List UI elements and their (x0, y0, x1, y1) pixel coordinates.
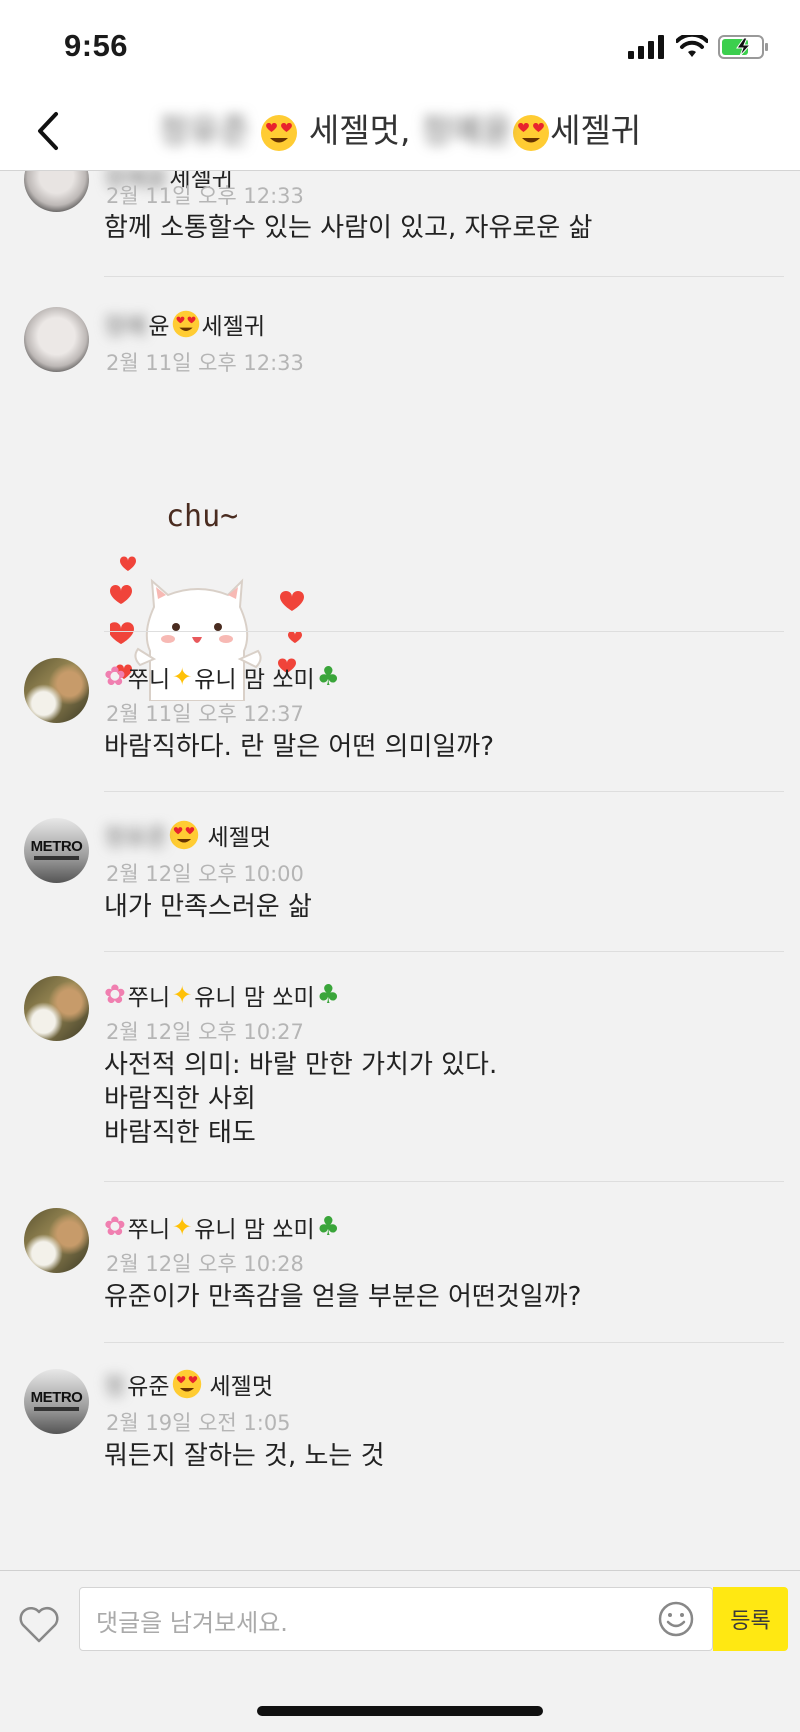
comment-author[interactable]: 정예윤 세젤귀 (104, 307, 265, 341)
sparkles-icon: ✦ (172, 663, 193, 691)
metro-logo: METRO (30, 838, 83, 855)
heart-like-icon[interactable] (16, 1601, 62, 1647)
comment-text: 사전적 의미: 바랄 만한 가치가 있다. 바람직한 사회 바람직한 태도 (104, 1050, 498, 1148)
comment-date: 2월 12일 오후 10:28 (106, 1252, 304, 1276)
heart-eyes-emoji-icon (172, 1369, 201, 1399)
heart-eyes-emoji-icon (172, 310, 199, 338)
avatar[interactable] (24, 658, 89, 723)
sticker-text: chu~ (166, 499, 239, 534)
list-item: METRO 정 유준 세젤멋 2월 19일 오전 1:05 뭐든지 잘하는 것, … (0, 1343, 800, 1523)
comment-text: 함께 소통할수 있는 사람이 있고, 자유로운 삶 (104, 213, 593, 243)
metro-logo: METRO (30, 1389, 83, 1406)
list-item: 정예윤 세젤귀 2월 11일 오후 12:33 함께 소통할수 있는 사람이 있… (0, 171, 800, 277)
title-part-2: 세젤멋, (308, 111, 411, 150)
comment-input[interactable]: 댓글을 남겨보세요. (79, 1587, 713, 1651)
comment-date: 2월 11일 오후 12:33 (106, 351, 304, 375)
nav-header: 정유준 세젤멋, 정예윤 세젤귀 (0, 90, 800, 171)
avatar[interactable]: METRO (24, 818, 89, 883)
wifi-icon (676, 35, 708, 57)
clover-icon: ♣ (316, 662, 340, 692)
sparkles-icon: ✦ (172, 981, 193, 1009)
heart-eyes-emoji-icon (261, 114, 298, 151)
battery-charging-icon (718, 35, 768, 59)
title-name-blurred-1: 정유준 (158, 111, 250, 150)
clover-icon: ♣ (316, 980, 340, 1010)
sparkles-icon: ✦ (172, 1213, 193, 1241)
clover-icon: ♣ (316, 1212, 340, 1242)
list-item: METRO 정유준 세젤멋 2월 12일 오후 10:00 내가 만족스러운 삶 (0, 792, 800, 952)
flower-icon: ✿ (104, 1212, 126, 1242)
comment-text: 내가 만족스러운 삶 (104, 892, 312, 922)
heart-eyes-emoji-icon (170, 820, 199, 850)
status-time: 9:56 (64, 28, 129, 63)
heart-eyes-emoji-icon (513, 114, 550, 151)
list-item: ✿ 쭈니 ✦ 유니 맘 쏘미 ♣ 2월 11일 오후 12:37 바람직하다. … (0, 632, 800, 792)
home-indicator[interactable] (257, 1706, 543, 1716)
comment-date: 2월 11일 오후 12:37 (106, 702, 304, 726)
comment-date: 2월 12일 오후 10:00 (106, 862, 304, 886)
status-bar: 9:56 (0, 0, 800, 90)
comment-text: 뭐든지 잘하는 것, 노는 것 (104, 1441, 385, 1471)
status-icons (628, 30, 770, 64)
avatar[interactable] (24, 976, 89, 1041)
comment-placeholder: 댓글을 남겨보세요. (96, 1609, 288, 1637)
comment-date: 2월 12일 오후 10:27 (106, 1020, 304, 1044)
flower-icon: ✿ (104, 662, 126, 692)
cellular-signal-icon (628, 35, 664, 59)
avatar[interactable] (24, 171, 89, 212)
comment-date: 2월 11일 오후 12:33 (106, 184, 304, 208)
comment-date: 2월 19일 오전 1:05 (106, 1411, 291, 1435)
comment-author[interactable]: 정유준 세젤멋 (104, 818, 271, 852)
comment-author[interactable]: ✿ 쭈니 ✦ 유니 맘 쏘미 ♣ (104, 660, 340, 694)
list-item: ✿ 쭈니 ✦ 유니 맘 쏘미 ♣ 2월 12일 오후 10:27 사전적 의미:… (0, 952, 800, 1182)
title-name-blurred-2: 정예윤 (420, 111, 513, 150)
avatar[interactable] (24, 307, 89, 372)
submit-button[interactable]: 등록 (713, 1587, 788, 1651)
avatar[interactable]: METRO (24, 1369, 89, 1434)
avatar[interactable] (24, 1208, 89, 1273)
list-item: ✿ 쭈니 ✦ 유니 맘 쏘미 ♣ 2월 12일 오후 10:28 유준이가 만족… (0, 1182, 800, 1343)
comment-author[interactable]: ✿ 쭈니 ✦ 유니 맘 쏘미 ♣ (104, 978, 340, 1012)
comment-text: 바람직하다. 란 말은 어떤 의미일까? (104, 732, 495, 762)
comment-author[interactable]: 정유준 세젤멋 (104, 1367, 273, 1401)
comment-author[interactable]: ✿ 쭈니 ✦ 유니 맘 쏘미 ♣ (104, 1210, 340, 1244)
emoticon-icon[interactable] (657, 1600, 695, 1638)
page-title: 정유준 세젤멋, 정예윤 세젤귀 (0, 104, 800, 152)
list-item: 정예 윤 세젤귀 2월 11일 오후 12:33 chu~ (0, 277, 800, 701)
title-part-4: 세젤귀 (550, 111, 642, 150)
comment-list: 정예윤 세젤귀 2월 11일 오후 12:33 함께 소통할수 있는 사람이 있… (0, 171, 800, 1523)
flower-icon: ✿ (104, 980, 126, 1010)
comment-text: 유준이가 만족감을 얻을 부분은 어떤것일까? (104, 1282, 582, 1312)
